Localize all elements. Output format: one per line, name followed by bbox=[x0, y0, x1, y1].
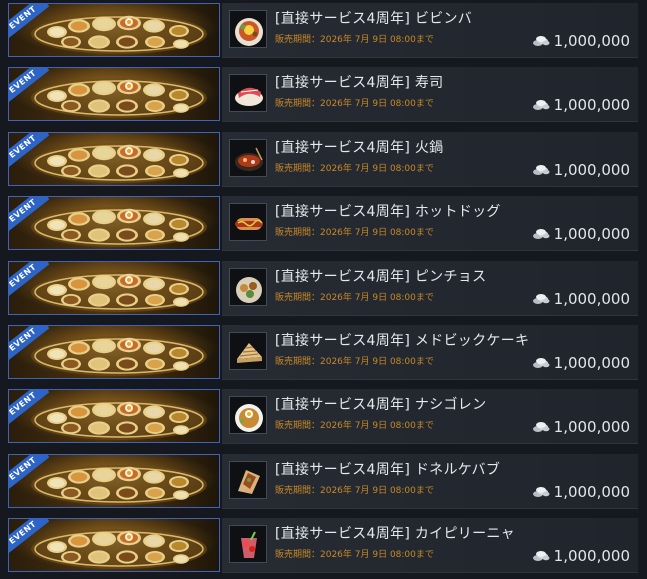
item-price: 1,000,000 bbox=[532, 354, 630, 372]
silver-coin-icon bbox=[532, 550, 550, 562]
sale-period: 販売期間：2026年 7月 9日 08:00まで bbox=[275, 550, 434, 560]
item-title: [直接サービス4周年] ナシゴレン bbox=[275, 397, 487, 413]
sale-period: 販売期間：2026年 7月 9日 08:00まで bbox=[275, 421, 434, 431]
event-banner-image[interactable]: EVENT bbox=[8, 325, 220, 379]
nasi-goreng-icon bbox=[229, 396, 267, 434]
sale-period: 販売期間：2026年 7月 9日 08:00まで bbox=[275, 228, 434, 238]
sale-period: 販売期間：2026年 7月 9日 08:00まで bbox=[275, 486, 434, 496]
shop-item-row[interactable]: EVENT [直接サービス4周年] ビビンバ 販売期間：2026年 7月 9日 08… bbox=[0, 0, 647, 62]
caipirinha-icon bbox=[229, 525, 267, 563]
item-price: 1,000,000 bbox=[532, 290, 630, 308]
price-amount: 1,000,000 bbox=[553, 418, 630, 436]
item-title: [直接サービス4周年] ホットドッグ bbox=[275, 204, 501, 220]
shop-item-row[interactable]: EVENT [直接サービス4周年] ピンチョス 販売期間：2026年 7月 9日 0… bbox=[0, 258, 647, 320]
price-amount: 1,000,000 bbox=[553, 547, 630, 565]
silver-coin-icon bbox=[532, 164, 550, 176]
event-banner-image[interactable]: EVENT bbox=[8, 454, 220, 508]
item-info-panel[interactable]: [直接サービス4周年] ピンチョス販売期間：2026年 7月 9日 08:00ま… bbox=[222, 261, 638, 316]
sale-period: 販売期間：2026年 7月 9日 08:00まで bbox=[275, 35, 434, 45]
pinchos-icon bbox=[229, 268, 267, 306]
silver-coin-icon bbox=[532, 35, 550, 47]
item-info-panel[interactable]: [直接サービス4周年] メドビックケーキ販売期間：2026年 7月 9日 08:… bbox=[222, 325, 638, 380]
silver-coin-icon bbox=[532, 357, 550, 369]
shop-item-row[interactable]: EVENT [直接サービス4周年] ホットドッグ 販売期間：2026年 7月 9日 … bbox=[0, 193, 647, 255]
price-amount: 1,000,000 bbox=[553, 290, 630, 308]
event-banner-image[interactable]: EVENT bbox=[8, 196, 220, 250]
price-amount: 1,000,000 bbox=[553, 161, 630, 179]
item-title: [直接サービス4周年] メドビックケーキ bbox=[275, 333, 530, 349]
medovik-cake-icon bbox=[229, 332, 267, 370]
shop-item-row[interactable]: EVENT [直接サービス4周年] ナシゴレン 販売期間：2026年 7月 9日 0… bbox=[0, 386, 647, 448]
item-info-panel[interactable]: [直接サービス4周年] ビビンバ販売期間：2026年 7月 9日 08:00まで… bbox=[222, 3, 638, 58]
event-banner-image[interactable]: EVENT bbox=[8, 389, 220, 443]
sale-period: 販売期間：2026年 7月 9日 08:00まで bbox=[275, 293, 434, 303]
sale-period: 販売期間：2026年 7月 9日 08:00まで bbox=[275, 357, 434, 367]
silver-coin-icon bbox=[532, 228, 550, 240]
item-title: [直接サービス4周年] 寿司 bbox=[275, 75, 444, 91]
item-price: 1,000,000 bbox=[532, 483, 630, 501]
item-title: [直接サービス4周年] ピンチョス bbox=[275, 269, 487, 285]
item-title: [直接サービス4周年] ドネルケバブ bbox=[275, 462, 501, 478]
item-title: [直接サービス4周年] ビビンバ bbox=[275, 11, 473, 27]
bibimbap-icon bbox=[229, 10, 267, 48]
item-price: 1,000,000 bbox=[532, 225, 630, 243]
shop-item-row[interactable]: EVENT [直接サービス4周年] 寿司 販売期間：2026年 7月 9日 08:0… bbox=[0, 64, 647, 126]
item-info-panel[interactable]: [直接サービス4周年] 火鍋販売期間：2026年 7月 9日 08:00まで 1,… bbox=[222, 132, 638, 187]
price-amount: 1,000,000 bbox=[553, 354, 630, 372]
item-info-panel[interactable]: [直接サービス4周年] 寿司販売期間：2026年 7月 9日 08:00まで 1,… bbox=[222, 67, 638, 122]
shop-item-row[interactable]: EVENT [直接サービス4周年] カイピリーニャ 販売期間：2026年 7月 9日… bbox=[0, 515, 647, 577]
item-price: 1,000,000 bbox=[532, 547, 630, 565]
item-info-panel[interactable]: [直接サービス4周年] ナシゴレン販売期間：2026年 7月 9日 08:00ま… bbox=[222, 389, 638, 444]
shop-item-row[interactable]: EVENT [直接サービス4周年] 火鍋 販売期間：2026年 7月 9日 08:0… bbox=[0, 129, 647, 191]
event-banner-image[interactable]: EVENT bbox=[8, 261, 220, 315]
hotdog-icon bbox=[229, 203, 267, 241]
event-banner-image[interactable]: EVENT bbox=[8, 518, 220, 572]
hotpot-icon bbox=[229, 139, 267, 177]
shop-item-row[interactable]: EVENT [直接サービス4周年] メドビックケーキ 販売期間：2026年 7月 9… bbox=[0, 322, 647, 384]
event-banner-image[interactable]: EVENT bbox=[8, 3, 220, 57]
shop-item-row[interactable]: EVENT [直接サービス4周年] ドネルケバブ 販売期間：2026年 7月 9日 … bbox=[0, 451, 647, 513]
sushi-icon bbox=[229, 74, 267, 112]
item-price: 1,000,000 bbox=[532, 161, 630, 179]
event-banner-image[interactable]: EVENT bbox=[8, 132, 220, 186]
price-amount: 1,000,000 bbox=[553, 483, 630, 501]
sale-period: 販売期間：2026年 7月 9日 08:00まで bbox=[275, 164, 434, 174]
doner-kebab-icon bbox=[229, 461, 267, 499]
item-info-panel[interactable]: [直接サービス4周年] ドネルケバブ販売期間：2026年 7月 9日 08:00… bbox=[222, 454, 638, 509]
event-banner-image[interactable]: EVENT bbox=[8, 67, 220, 121]
item-title: [直接サービス4周年] カイピリーニャ bbox=[275, 526, 515, 542]
price-amount: 1,000,000 bbox=[553, 96, 630, 114]
item-title: [直接サービス4周年] 火鍋 bbox=[275, 140, 444, 156]
shop-item-list: EVENT [直接サービス4周年] ビビンバ 販売期間：2026年 7月 9日 08… bbox=[0, 0, 647, 579]
price-amount: 1,000,000 bbox=[553, 225, 630, 243]
silver-coin-icon bbox=[532, 486, 550, 498]
price-amount: 1,000,000 bbox=[553, 32, 630, 50]
silver-coin-icon bbox=[532, 293, 550, 305]
item-info-panel[interactable]: [直接サービス4周年] カイピリーニャ販売期間：2026年 7月 9日 08:0… bbox=[222, 518, 638, 573]
silver-coin-icon bbox=[532, 421, 550, 433]
silver-coin-icon bbox=[532, 99, 550, 111]
item-price: 1,000,000 bbox=[532, 96, 630, 114]
sale-period: 販売期間：2026年 7月 9日 08:00まで bbox=[275, 99, 434, 109]
item-price: 1,000,000 bbox=[532, 32, 630, 50]
item-info-panel[interactable]: [直接サービス4周年] ホットドッグ販売期間：2026年 7月 9日 08:00… bbox=[222, 196, 638, 251]
item-price: 1,000,000 bbox=[532, 418, 630, 436]
